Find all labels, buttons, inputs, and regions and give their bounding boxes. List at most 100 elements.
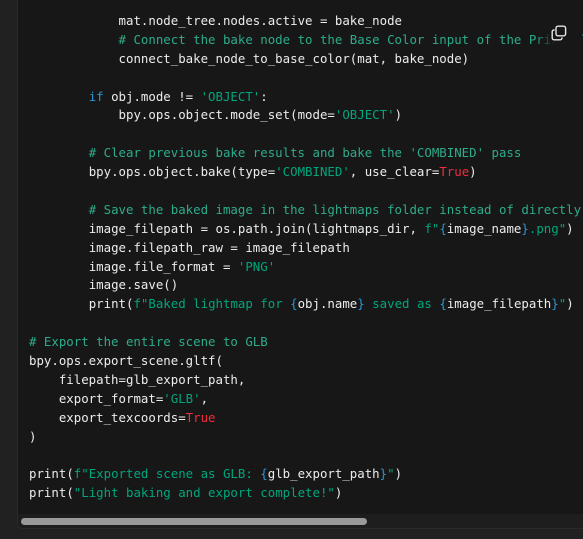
code-block: mat.node_tree.nodes.active = bake_node #… [17, 0, 583, 529]
scrollbar-thumb[interactable] [21, 518, 367, 525]
code-token: glb_export_path [267, 466, 380, 482]
code-token: True [439, 164, 470, 180]
code-line: export_texcoords=True [29, 409, 583, 428]
code-token: " [387, 466, 395, 482]
code-token: 'PNG' [237, 258, 276, 274]
code-token: obj.name [297, 296, 358, 312]
code-token: } [357, 296, 365, 312]
code-token: image_name [446, 220, 522, 236]
code-line: # Save the baked image in the lightmaps … [29, 201, 583, 220]
code-token: ( [66, 485, 74, 501]
code-token: ) [566, 220, 574, 236]
code-token: filepath=glb_export_path, [58, 371, 246, 387]
code-line: image_filepath = os.path.join(lightmaps_… [29, 220, 583, 239]
code-token: f"Exported scene as GLB: [73, 466, 261, 482]
code-line: bpy.ops.object.bake(type='COMBINED', use… [29, 163, 583, 182]
code-token: bpy.ops.object.bake(type= [88, 164, 276, 180]
code-token: , [200, 390, 209, 406]
horizontal-scrollbar[interactable] [18, 514, 583, 528]
code-token: ( [66, 466, 74, 482]
code-token: # Connect the bake node to the Base Colo… [118, 31, 583, 47]
code-token: if [88, 88, 104, 104]
code-token: f" [424, 220, 440, 236]
code-token: obj.mode != [103, 88, 201, 104]
code-line: export_format='GLB', [29, 390, 583, 409]
code-line: print(f"Exported scene as GLB: {glb_expo… [29, 465, 583, 484]
code-token: ) [29, 428, 37, 444]
code-token: export_texcoords= [58, 409, 186, 425]
code-token: } [379, 466, 388, 482]
code-token: # Export the entire scene to GLB [29, 334, 268, 350]
code-token: { [290, 296, 298, 312]
code-line: if obj.mode != 'OBJECT': [29, 88, 583, 107]
code-token: ) [566, 296, 574, 312]
copy-code-button[interactable] [536, 13, 582, 53]
code-token: ) [334, 485, 343, 501]
code-token: saved as [364, 296, 440, 312]
code-token: { [439, 220, 447, 236]
code-token: bpy.ops.object.mode_set(mode= [118, 107, 335, 123]
code-token: export_format= [58, 390, 164, 406]
code-line: image.filepath_raw = image_filepath [29, 239, 583, 258]
code-token: .png" [528, 220, 567, 236]
code-token: : [260, 88, 268, 104]
code-line: print("Light baking and export complete!… [29, 484, 583, 503]
code-token: print [88, 296, 126, 312]
code-token: ) [469, 164, 477, 180]
code-token: { [260, 466, 268, 482]
code-content: mat.node_tree.nodes.active = bake_node #… [29, 12, 583, 503]
code-line: bpy.ops.object.mode_set(mode='OBJECT') [29, 106, 583, 125]
code-token: ) [394, 107, 403, 123]
code-line: filepath=glb_export_path, [29, 371, 583, 390]
code-line: mat.node_tree.nodes.active = bake_node [29, 12, 583, 31]
code-line: # Connect the bake node to the Base Colo… [29, 31, 583, 50]
code-line: bpy.ops.export_scene.gltf( [29, 352, 583, 371]
code-token: 'COMBINED' [275, 164, 350, 180]
copy-icon [551, 25, 567, 41]
code-token: image_filepath = os.path.join(lightmaps_… [88, 220, 425, 236]
code-token: print [29, 466, 67, 482]
code-token: True [185, 409, 216, 425]
code-token: # Clear previous bake results and bake t… [88, 145, 522, 161]
code-token: f"Baked lightmap for [133, 296, 291, 312]
code-token: 'OBJECT' [200, 88, 261, 104]
code-line: connect_bake_node_to_base_color(mat, bak… [29, 50, 583, 69]
code-token: connect_bake_node_to_base_color(mat, bak… [118, 50, 470, 66]
code-token: # Save the baked image in the lightmaps … [88, 201, 582, 217]
code-token: print [29, 485, 67, 501]
code-token: bpy.ops.export_scene.gltf( [29, 353, 223, 369]
code-token: mat.node_tree.nodes.active = bake_node [118, 13, 403, 28]
code-token: 'OBJECT' [334, 107, 395, 123]
code-token: { [439, 296, 447, 312]
code-token: image_filepath [446, 296, 552, 312]
code-line: image.save() [29, 276, 583, 295]
code-line: image.file_format = 'PNG' [29, 258, 583, 277]
code-token: ) [394, 466, 403, 482]
code-token: 'GLB' [163, 390, 201, 406]
code-token: , use_clear= [349, 164, 440, 180]
code-token: image.filepath_raw = image_filepath [88, 239, 350, 255]
code-line: # Export the entire scene to GLB [29, 333, 583, 352]
code-token: image.file_format = [88, 258, 238, 274]
code-token: } [521, 220, 529, 236]
code-token: } [551, 296, 559, 312]
code-line: ) [29, 428, 583, 447]
code-line: print(f"Baked lightmap for {obj.name} sa… [29, 295, 583, 314]
